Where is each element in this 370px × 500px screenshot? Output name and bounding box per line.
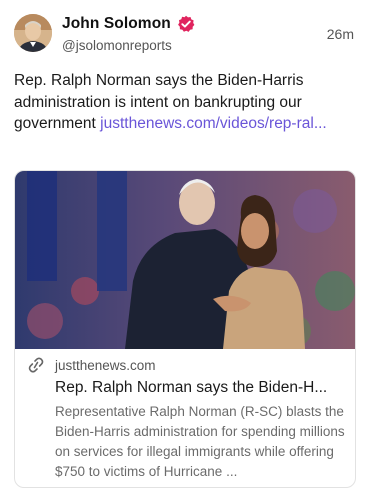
domain-row: justthenews.com	[27, 355, 345, 375]
handle[interactable]: @jsolomonreports	[62, 38, 172, 53]
avatar[interactable]	[14, 14, 52, 52]
post: John Solomon @jsolomonreports 26m Rep. R…	[0, 0, 370, 500]
card-meta: justthenews.com Rep. Ralph Norman says t…	[15, 355, 355, 482]
name-row: John Solomon	[62, 14, 195, 34]
post-header: John Solomon @jsolomonreports 26m	[14, 14, 356, 58]
card-domain: justthenews.com	[55, 357, 156, 373]
card-description: Representative Ralph Norman (R-SC) blast…	[55, 404, 345, 479]
post-link[interactable]: justthenews.com/videos/rep-ral...	[100, 115, 327, 132]
post-text: Rep. Ralph Norman says the Biden-Harris …	[14, 70, 350, 135]
display-name[interactable]: John Solomon	[62, 15, 171, 33]
link-icon	[27, 356, 45, 374]
link-preview-card[interactable]: justthenews.com Rep. Ralph Norman says t…	[14, 170, 356, 488]
card-image	[15, 171, 355, 349]
timestamp: 26m	[326, 26, 354, 42]
verified-badge-icon	[177, 15, 195, 33]
card-title[interactable]: Rep. Ralph Norman says the Biden-H...	[55, 378, 345, 398]
